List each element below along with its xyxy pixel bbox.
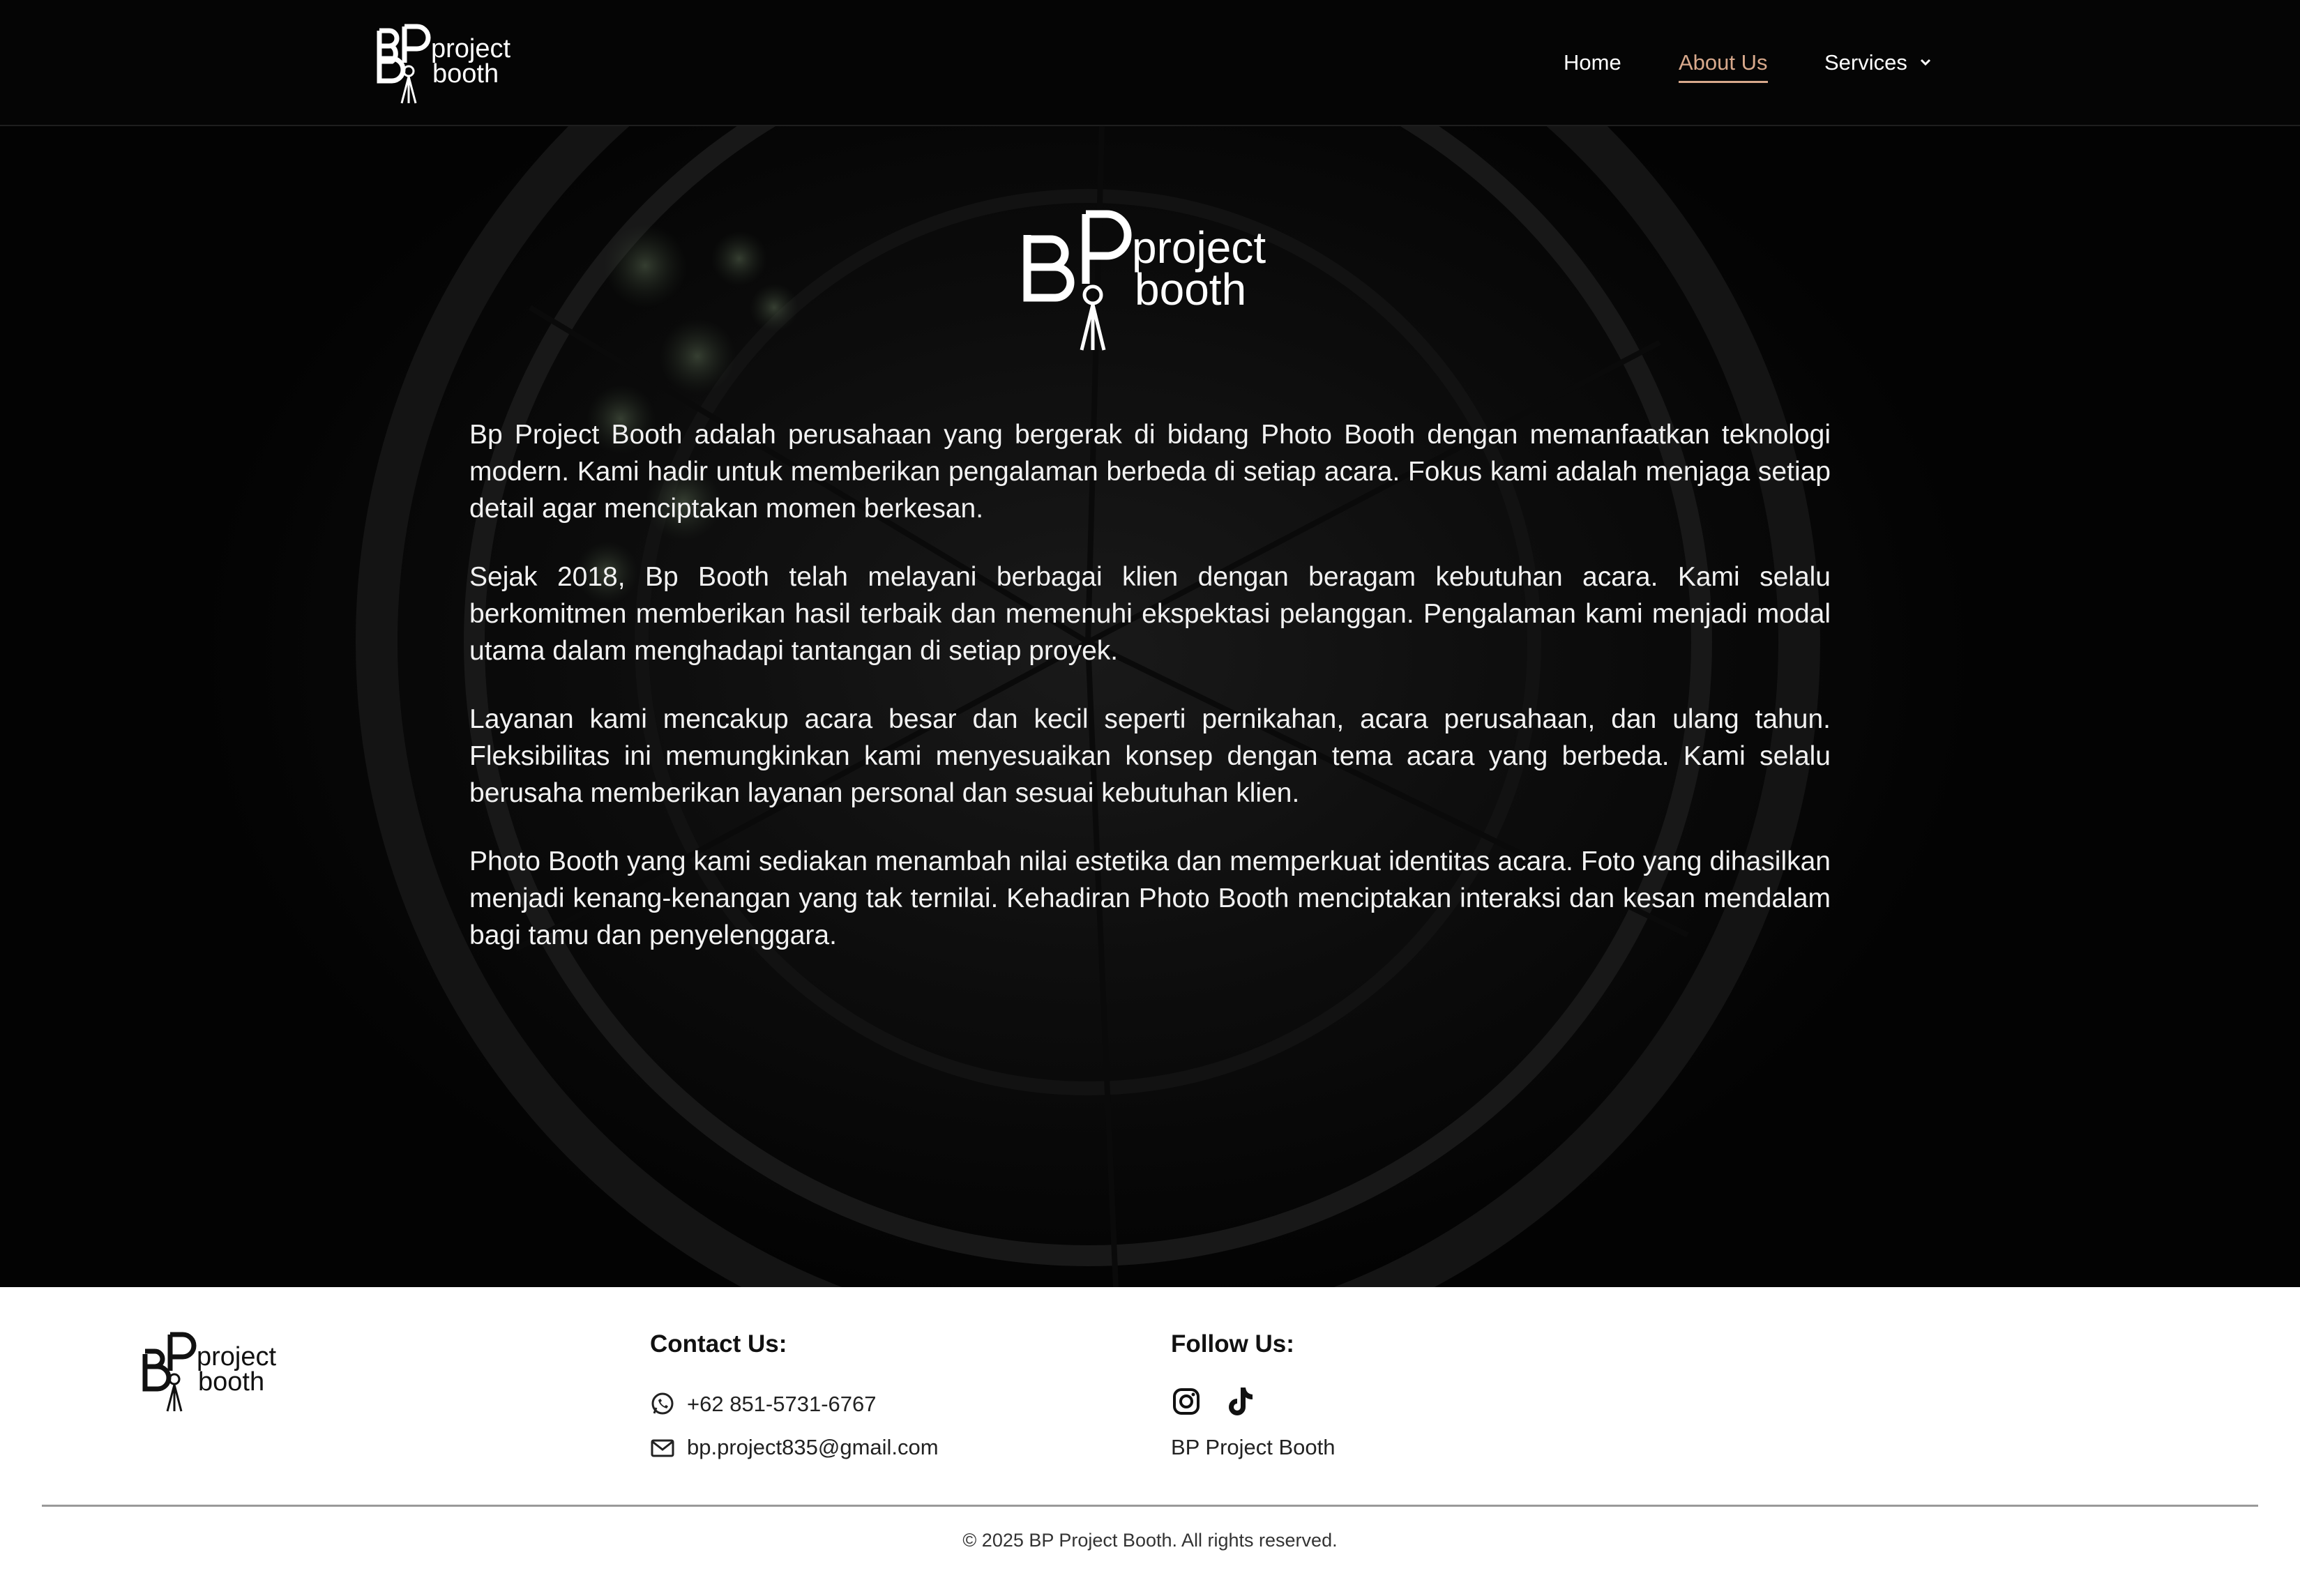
footer-logo-text-booth: booth [198, 1367, 264, 1397]
copyright-text: © 2025 BP Project Booth. All rights rese… [962, 1530, 1338, 1551]
about-paragraph-3: Layanan kami mencakup acara besar dan ke… [469, 704, 1831, 808]
nav-home[interactable]: Home [1564, 47, 1621, 78]
phone-number: +62 851-5731-6767 [687, 1392, 877, 1416]
nav-about-us[interactable]: About Us [1679, 47, 1768, 83]
about-paragraph-4: Photo Booth yang kami sediakan menambah … [469, 846, 1831, 950]
instagram-icon[interactable] [1171, 1386, 1202, 1417]
about-paragraph-1: Bp Project Booth adalah perusahaan yang … [469, 420, 1831, 524]
footer-divider [42, 1505, 2258, 1507]
brand-logo[interactable]: project booth [361, 21, 529, 107]
hero-logo-text-booth: booth [1135, 264, 1246, 314]
about-section: project booth Bp Project Booth adalah pe… [0, 126, 2300, 1287]
follow-heading: Follow Us: [1171, 1330, 1294, 1358]
chevron-down-icon[interactable] [1919, 57, 1932, 67]
about-text: Bp Project Booth adalah perusahaan yang … [469, 416, 1831, 985]
tiktok-icon[interactable] [1224, 1385, 1256, 1418]
logo-text-booth: booth [432, 59, 499, 89]
email-address: bp.project835@gmail.com [687, 1435, 939, 1459]
social-account-name[interactable]: BP Project Booth [1171, 1434, 1336, 1461]
mail-icon [651, 1439, 674, 1457]
about-paragraph-2: Sejak 2018, Bp Booth telah melayani berb… [469, 562, 1831, 666]
footer-logo[interactable]: project booth [127, 1329, 294, 1415]
nav-services[interactable]: Services [1824, 47, 1907, 78]
contact-heading: Contact Us: [650, 1330, 787, 1358]
site-footer: project booth Contact Us: +62 851-5731-6… [0, 1287, 2300, 1596]
whatsapp-icon [651, 1392, 674, 1415]
hero-logo: project booth [1023, 210, 1266, 351]
site-header: project booth Home About Us Services [0, 0, 2300, 126]
